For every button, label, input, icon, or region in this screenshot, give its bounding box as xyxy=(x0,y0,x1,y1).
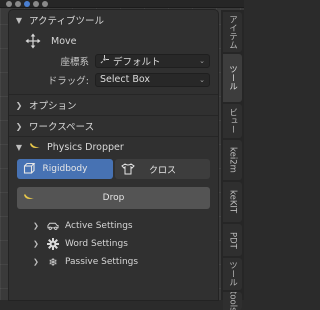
workspace-title: ワークスペース xyxy=(29,122,95,133)
chevron-right-icon: ❯ xyxy=(33,222,39,230)
tab-tool[interactable]: ツール xyxy=(223,54,242,102)
overlay-icon[interactable] xyxy=(6,0,12,7)
banana-icon xyxy=(29,141,41,154)
gear-icon xyxy=(47,238,59,250)
orientation-row: 座標系 デフォルト ⌄ xyxy=(9,52,218,69)
orientation-label: 座標系 xyxy=(60,56,89,68)
tab-tools[interactable]: tools xyxy=(223,292,242,310)
shading-material-icon[interactable] xyxy=(33,0,39,7)
chevron-right-icon: ❯ xyxy=(33,240,39,248)
drop-button[interactable]: Drop xyxy=(17,187,210,209)
passive-settings-subpanel[interactable]: ❯ ❄ Passive Settings xyxy=(9,253,218,271)
tab-label: keKIT xyxy=(227,190,238,214)
orientation-icon xyxy=(100,54,109,67)
drag-label: ドラッグ: xyxy=(47,75,89,87)
tool-name: Move xyxy=(51,35,77,47)
tab-kekit[interactable]: keKIT xyxy=(223,182,242,222)
active-tool-title: アクティブツール xyxy=(29,16,104,27)
chevron-down-icon: ▼ xyxy=(15,142,23,152)
options-header[interactable]: ❯ オプション xyxy=(9,95,218,115)
drag-row: ドラッグ: Select Box ⌄ xyxy=(9,71,218,88)
mode-toggle: Rigidbody クロス xyxy=(17,159,210,179)
active-tool-row[interactable]: Move xyxy=(9,30,218,52)
options-title: オプション xyxy=(29,101,77,112)
drag-dropdown[interactable]: Select Box ⌄ xyxy=(95,72,210,87)
rigidbody-button[interactable]: Rigidbody xyxy=(17,159,113,179)
car-icon xyxy=(47,220,59,232)
tab-label: ツール xyxy=(227,65,238,91)
physics-dropper-header[interactable]: ▼ Physics Dropper xyxy=(9,137,218,157)
workspace-header[interactable]: ❯ ワークスペース xyxy=(9,116,218,136)
word-settings-label: Word Settings xyxy=(65,239,128,249)
tab-tool-2[interactable]: ツール xyxy=(223,258,242,290)
tab-label: tools xyxy=(227,292,238,310)
tab-label: PDT xyxy=(227,231,238,249)
rigidbody-label: Rigidbody xyxy=(42,164,88,174)
sidebar-tab-strip: アイテム ツール ビュー kei2m keKIT PDT ツール tools xyxy=(221,10,244,310)
gizmo-icon[interactable] xyxy=(15,0,21,7)
banana-icon xyxy=(23,192,35,205)
cloth-button[interactable]: クロス xyxy=(115,159,210,179)
physics-dropper-title: Physics Dropper xyxy=(47,141,124,153)
drag-value: Select Box xyxy=(100,74,150,85)
tab-item[interactable]: アイテム xyxy=(223,12,242,52)
cloth-icon xyxy=(121,162,135,179)
active-settings-label: Active Settings xyxy=(65,221,133,231)
passive-settings-label: Passive Settings xyxy=(65,257,139,267)
chevron-right-icon: ❯ xyxy=(15,121,23,131)
active-tool-header[interactable]: ▼ アクティブツール xyxy=(9,10,218,30)
snowflake-icon: ❄ xyxy=(48,255,58,269)
chevron-right-icon: ❯ xyxy=(33,258,39,266)
chevron-down-icon: ⌄ xyxy=(199,75,205,84)
orientation-value: デフォルト xyxy=(113,56,161,68)
tab-pdt[interactable]: PDT xyxy=(223,224,242,256)
tab-label: ツール xyxy=(227,261,238,287)
tab-view[interactable]: ビュー xyxy=(223,104,242,138)
tab-kei2m[interactable]: kei2m xyxy=(223,140,242,180)
shading-render-icon[interactable] xyxy=(42,0,48,7)
move-tool-icon xyxy=(25,33,41,49)
viewport-header xyxy=(0,0,244,8)
drop-label: Drop xyxy=(102,193,125,203)
chevron-down-icon: ⌄ xyxy=(199,56,205,65)
chevron-right-icon: ❯ xyxy=(15,100,23,110)
tab-label: アイテム xyxy=(227,15,238,49)
sidebar-panel: ▼ アクティブツール Move 座標系 デフォルト ⌄ ドラッグ: Select… xyxy=(9,10,218,300)
orientation-dropdown[interactable]: デフォルト ⌄ xyxy=(95,53,210,68)
tab-label: kei2m xyxy=(227,147,238,173)
cloth-label: クロス xyxy=(148,165,176,176)
rigidbody-icon xyxy=(23,162,37,179)
shading-solid-icon[interactable] xyxy=(24,0,30,7)
chevron-down-icon: ▼ xyxy=(15,15,23,25)
tab-label: ビュー xyxy=(227,108,238,134)
active-settings-subpanel[interactable]: ❯ Active Settings xyxy=(9,217,218,235)
word-settings-subpanel[interactable]: ❯ Word Settings xyxy=(9,235,218,253)
